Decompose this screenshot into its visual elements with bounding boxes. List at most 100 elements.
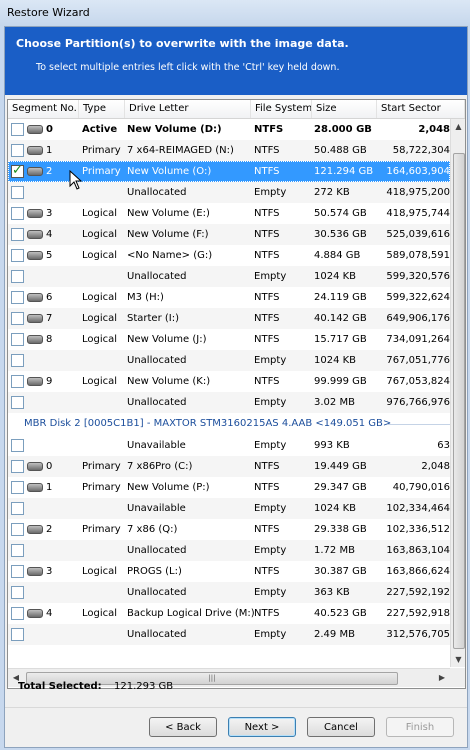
partition-size: 272 KB: [314, 187, 350, 198]
partition-row[interactable]: Unallocated Empty 1024 KB 767,051,776: [8, 350, 450, 371]
partition-row[interactable]: 8 Logical New Volume (J:) NTFS 15.717 GB 734,…: [8, 329, 450, 350]
checkbox-icon[interactable]: [11, 123, 24, 136]
checkbox-icon[interactable]: [11, 607, 24, 620]
partition-row[interactable]: 1 Primary 7 x64-REIMAGED (N:) NTFS 50.488 GB…: [8, 140, 450, 161]
partition-row[interactable]: 9 Logical New Volume (K:) NTFS 99.999 GB 767,…: [8, 371, 450, 392]
title-bar: Restore Wizard: [0, 0, 470, 26]
file-system: Empty: [254, 397, 287, 408]
checkbox-icon[interactable]: [11, 228, 24, 241]
segment-number: 4: [46, 608, 53, 619]
checkbox-icon[interactable]: [11, 354, 24, 367]
start-sector: 599,320,576: [386, 271, 450, 282]
partition-row[interactable]: 3 Logical PROGS (L:) NTFS 30.387 GB 163,866,6…: [8, 561, 450, 582]
checkbox-icon[interactable]: [11, 207, 24, 220]
checkbox-icon[interactable]: [11, 312, 24, 325]
file-system: NTFS: [254, 376, 280, 387]
segment-number: 7: [46, 313, 53, 324]
partition-row[interactable]: Unallocated Empty 363 KB 227,592,192: [8, 582, 450, 603]
checkbox-icon[interactable]: [11, 375, 24, 388]
checkbox-icon[interactable]: [11, 628, 24, 641]
start-sector: 976,766,976: [386, 397, 450, 408]
checkbox-icon[interactable]: [11, 333, 24, 346]
start-sector: 227,592,192: [386, 587, 450, 598]
partition-row[interactable]: 3 Logical New Volume (E:) NTFS 50.574 GB 418,…: [8, 203, 450, 224]
drive-letter: 7 x86Pro (C:): [127, 461, 193, 472]
column-header-size[interactable]: Size: [312, 100, 377, 118]
file-system: NTFS: [254, 461, 280, 472]
partition-row[interactable]: Unallocated Empty 3.02 MB 976,766,976: [8, 392, 450, 413]
partition-size: 1024 KB: [314, 355, 357, 366]
wizard-client-area: Choose Partition(s) to overwrite with th…: [4, 26, 468, 748]
segment-number: 5: [46, 250, 53, 261]
file-system: NTFS: [254, 608, 280, 619]
checkbox-icon[interactable]: [11, 481, 24, 494]
checkbox-icon[interactable]: [11, 270, 24, 283]
checkbox-icon[interactable]: [11, 502, 24, 515]
checkbox-icon[interactable]: [11, 186, 24, 199]
partition-size: 4.884 GB: [314, 250, 361, 261]
scroll-up-icon[interactable]: ▲: [451, 119, 465, 134]
drive-letter: 7 x64-REIMAGED (N:): [127, 145, 234, 156]
column-header-start-sector[interactable]: Start Sector: [377, 100, 465, 118]
partition-row[interactable]: Unallocated Empty 1024 KB 599,320,576: [8, 266, 450, 287]
start-sector: 102,336,512: [386, 524, 450, 535]
list-rows: 0 Active New Volume (D:) NTFS 28.000 GB 2,048…: [8, 119, 450, 645]
vertical-scrollbar[interactable]: ▲ ▼: [450, 119, 465, 667]
file-system: Empty: [254, 503, 287, 514]
checkbox-icon[interactable]: [11, 291, 24, 304]
partition-row[interactable]: 1 Primary New Volume (P:) NTFS 29.347 GB 40,7…: [8, 477, 450, 498]
column-header-type[interactable]: Type: [79, 100, 125, 118]
banner-heading: Choose Partition(s) to overwrite with th…: [16, 37, 349, 50]
partition-row[interactable]: 0 Active New Volume (D:) NTFS 28.000 GB 2,048: [8, 119, 450, 140]
checkbox-icon[interactable]: [11, 586, 24, 599]
start-sector: 418,975,200: [386, 187, 450, 198]
checkbox-icon[interactable]: [11, 544, 24, 557]
partition-row[interactable]: Unallocated Empty 1.72 MB 163,863,104: [8, 540, 450, 561]
back-button[interactable]: < Back: [149, 717, 217, 737]
partition-type: Logical: [82, 250, 118, 261]
drive-letter: New Volume (P:): [127, 482, 210, 493]
checkbox-icon[interactable]: [11, 523, 24, 536]
partition-row[interactable]: 4 Logical Backup Logical Drive (M:) NTFS 40.…: [8, 603, 450, 624]
checkbox-icon[interactable]: [11, 565, 24, 578]
file-system: NTFS: [254, 208, 280, 219]
scroll-right-icon[interactable]: ▶: [434, 669, 450, 687]
disk-icon: [27, 209, 43, 218]
file-system: Empty: [254, 587, 287, 598]
cancel-button[interactable]: Cancel: [307, 717, 375, 737]
partition-row[interactable]: 5 Logical <No Name> (G:) NTFS 4.884 GB 589,07…: [8, 245, 450, 266]
partition-row[interactable]: 6 Logical M3 (H:) NTFS 24.119 GB 599,322,624: [8, 287, 450, 308]
partition-size: 24.119 GB: [314, 292, 367, 303]
drive-letter: Starter (I:): [127, 313, 179, 324]
checkbox-icon[interactable]: [11, 249, 24, 262]
checkbox-icon[interactable]: [11, 144, 24, 157]
partition-row[interactable]: 0 Primary 7 x86Pro (C:) NTFS 19.449 GB 2,048: [8, 456, 450, 477]
start-sector: 2,048: [421, 461, 450, 472]
partition-row[interactable]: Unavailable Empty 993 KB 63: [8, 435, 450, 456]
partition-size: 30.387 GB: [314, 566, 367, 577]
partition-size: 50.488 GB: [314, 145, 367, 156]
start-sector: 227,592,918: [386, 608, 450, 619]
checkbox-icon[interactable]: [11, 396, 24, 409]
partition-row[interactable]: 7 Logical Starter (I:) NTFS 40.142 GB 649,906…: [8, 308, 450, 329]
drive-letter: Unallocated: [127, 271, 187, 282]
column-header-drive-letter[interactable]: Drive Letter: [125, 100, 251, 118]
column-header-file-system[interactable]: File System: [251, 100, 312, 118]
scroll-down-icon[interactable]: ▼: [451, 652, 465, 667]
column-header-segment[interactable]: Segment No.: [8, 100, 79, 118]
checkbox-icon[interactable]: [11, 460, 24, 473]
partition-row[interactable]: 4 Logical New Volume (F:) NTFS 30.536 GB 525,…: [8, 224, 450, 245]
disk-icon: [27, 462, 43, 471]
disk-icon: [27, 483, 43, 492]
segment-number: 4: [46, 229, 53, 240]
partition-row[interactable]: Unavailable Empty 1024 KB 102,334,464: [8, 498, 450, 519]
file-system: Empty: [254, 545, 287, 556]
file-system: NTFS: [254, 566, 280, 577]
drive-letter: Unallocated: [127, 629, 187, 640]
partition-row[interactable]: 2 Primary 7 x86 (Q:) NTFS 29.338 GB 102,336,5…: [8, 519, 450, 540]
partition-row[interactable]: Unallocated Empty 2.49 MB 312,576,705: [8, 624, 450, 645]
checkbox-icon[interactable]: [11, 439, 24, 452]
file-system: NTFS: [254, 482, 280, 493]
vertical-scroll-thumb[interactable]: [453, 153, 465, 649]
next-button[interactable]: Next >: [228, 717, 296, 737]
